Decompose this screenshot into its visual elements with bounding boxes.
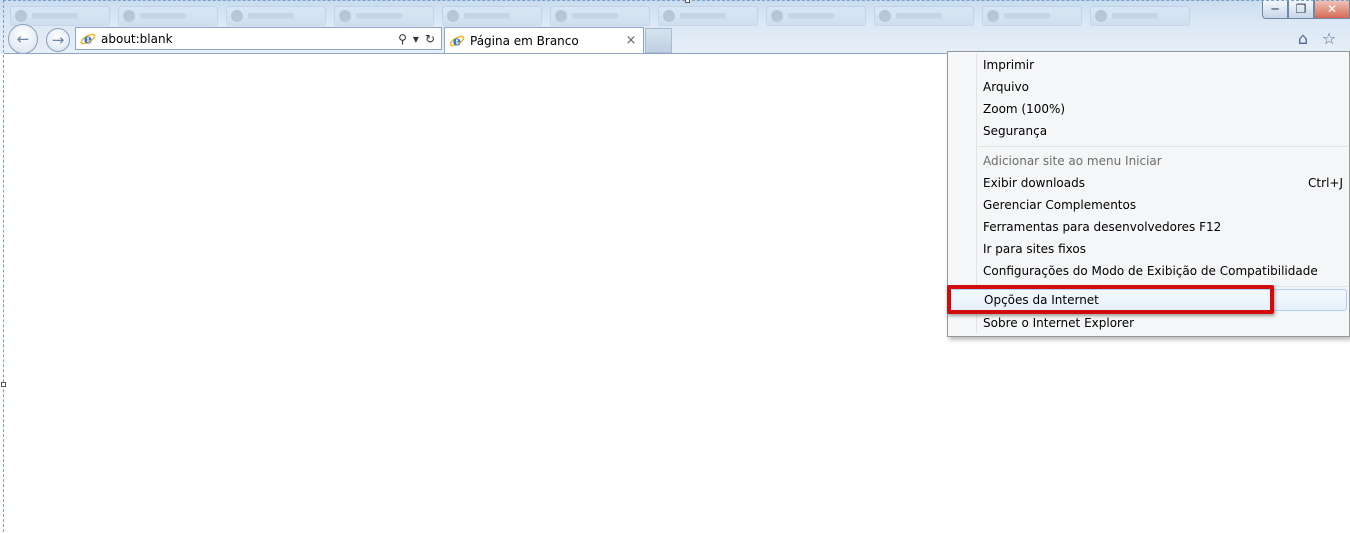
svg-text:e: e [453, 34, 461, 49]
menu-item-label: Zoom (100%) [983, 102, 1066, 116]
ghost-tab [766, 6, 866, 26]
minimize-button[interactable]: ─ [1262, 0, 1288, 19]
menu-item-label: Imprimir [983, 58, 1035, 72]
ghost-tab [982, 6, 1082, 26]
annotation-highlight-box [947, 285, 1274, 314]
ghost-tab [442, 6, 542, 26]
menu-item-shortcut: Ctrl+J [1308, 176, 1343, 190]
back-button[interactable]: ← [8, 24, 38, 54]
toolbar-right: ⌂ ☆ [1294, 29, 1338, 48]
refresh-icon[interactable]: ↻ [425, 32, 435, 46]
menu-item-label: Sobre o Internet Explorer [983, 316, 1135, 330]
menu-item-ferramentas-f12[interactable]: Ferramentas para desenvolvedores F12 [950, 216, 1347, 238]
new-tab-button[interactable] [645, 28, 672, 53]
ghost-tab [334, 6, 434, 26]
menu-item-seguranca[interactable]: Segurança [950, 120, 1347, 142]
menu-item-gerenciar-complementos[interactable]: Gerenciar Complementos [950, 194, 1347, 216]
resize-handle[interactable] [1, 382, 6, 387]
search-icon[interactable]: ⚲ [398, 32, 407, 46]
menu-item-label: Arquivo [983, 80, 1029, 94]
ghost-tab [1090, 6, 1190, 26]
ghost-tab [10, 6, 110, 26]
ie-logo-icon: e [80, 31, 96, 47]
address-input[interactable]: about:blank [101, 32, 398, 46]
menu-item-sobre-ie[interactable]: Sobre o Internet Explorer [950, 312, 1347, 334]
favorites-star-icon[interactable]: ☆ [1320, 29, 1338, 48]
svg-text:e: e [84, 32, 92, 47]
menu-item-label: Segurança [983, 124, 1048, 138]
chevron-down-icon[interactable]: ▾ [413, 32, 419, 46]
menu-item-label: Adicionar site ao menu Iniciar [983, 154, 1162, 168]
menu-item-exibir-downloads[interactable]: Exibir downloads Ctrl+J [950, 172, 1347, 194]
maximize-button[interactable]: ❐ [1288, 0, 1314, 19]
tab-blank-page[interactable]: e Página em Branco × [444, 27, 644, 53]
ghost-tab [550, 6, 650, 26]
menu-item-label: Configurações do Modo de Exibição de Com… [983, 264, 1318, 278]
ghost-tab [226, 6, 326, 26]
close-tab-icon[interactable]: × [623, 33, 639, 48]
ie-logo-icon: e [449, 33, 465, 49]
menu-item-label: Gerenciar Complementos [983, 198, 1137, 212]
close-window-button[interactable]: ✕ [1314, 0, 1350, 19]
menu-item-label: Exibir downloads [983, 176, 1085, 190]
window-controls: ─ ❐ ✕ [1262, 0, 1350, 20]
address-tools: ⚲ ▾ ↻ [398, 32, 441, 46]
resize-handle[interactable] [685, 0, 690, 3]
menu-item-zoom[interactable]: Zoom (100%) [950, 98, 1347, 120]
browser-chrome: ─ ❐ ✕ ← → e about:blank ⚲ ▾ ↻ e Página e… [0, 0, 1350, 54]
home-icon[interactable]: ⌂ [1294, 29, 1312, 48]
tab-title: Página em Branco [470, 33, 579, 48]
ghost-tab [118, 6, 218, 26]
arrow-right-icon: → [51, 30, 65, 49]
background-taskbar-blur [10, 6, 1190, 28]
menu-item-label: Ferramentas para desenvolvedores F12 [983, 220, 1222, 234]
menu-item-imprimir[interactable]: Imprimir [950, 54, 1347, 76]
menu-item-label: Ir para sites fixos [983, 242, 1086, 256]
arrow-left-icon: ← [16, 29, 30, 48]
address-bar[interactable]: e about:blank ⚲ ▾ ↻ [75, 27, 442, 50]
ghost-tab [658, 6, 758, 26]
menu-item-adicionar-site: Adicionar site ao menu Iniciar [950, 150, 1347, 172]
menu-item-sites-fixos[interactable]: Ir para sites fixos [950, 238, 1347, 260]
menu-separator [978, 146, 1348, 147]
forward-button[interactable]: → [46, 28, 70, 52]
menu-item-compatibilidade[interactable]: Configurações do Modo de Exibição de Com… [950, 260, 1347, 282]
menu-item-arquivo[interactable]: Arquivo [950, 76, 1347, 98]
ghost-tab [874, 6, 974, 26]
